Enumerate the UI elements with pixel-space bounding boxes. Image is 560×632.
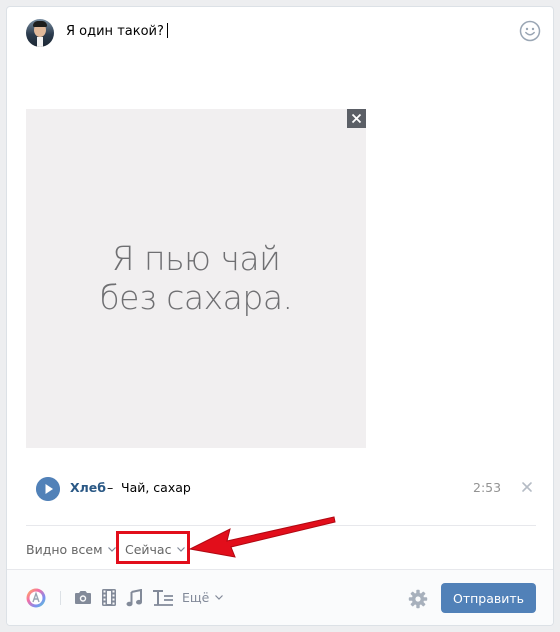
- image-caption: Я пью чай без сахара.: [99, 239, 293, 317]
- music-icon[interactable]: [126, 589, 142, 607]
- chevron-down-icon: [215, 595, 224, 600]
- audio-title: Чай, сахар: [121, 480, 191, 495]
- post-composer: Я один такой? Я пью чай без сахара. Хлеб…: [6, 6, 554, 626]
- play-icon[interactable]: [36, 477, 60, 501]
- text-caret: [166, 23, 168, 38]
- text-format-icon[interactable]: [152, 589, 174, 607]
- red-arrow-icon: [188, 516, 336, 558]
- composer-toolbar: Ещё Отправить: [7, 569, 553, 625]
- attached-image: Я пью чай без сахара.: [26, 109, 366, 448]
- avatar[interactable]: [26, 19, 54, 47]
- video-icon[interactable]: [102, 589, 116, 606]
- smile-icon[interactable]: [519, 20, 541, 42]
- audio-attachment: Хлеб – Чай, сахар 2:53: [36, 477, 536, 501]
- close-icon[interactable]: [347, 109, 366, 128]
- visibility-selector[interactable]: Видно всем: [26, 542, 117, 557]
- highlight-frame: [116, 531, 190, 564]
- camera-icon[interactable]: [74, 590, 92, 605]
- send-button[interactable]: Отправить: [441, 583, 536, 613]
- audio-separator: –: [107, 480, 114, 495]
- more-label: Ещё: [182, 590, 210, 605]
- close-icon[interactable]: [520, 480, 534, 494]
- graffiti-icon[interactable]: [26, 588, 46, 608]
- post-text: Я один такой?: [66, 24, 164, 39]
- visibility-label: Видно всем: [26, 542, 103, 557]
- audio-artist[interactable]: Хлеб: [70, 480, 106, 495]
- toolbar-divider: [60, 591, 61, 605]
- gear-icon[interactable]: [408, 589, 428, 609]
- post-text-input[interactable]: Я один такой?: [66, 23, 168, 41]
- more-menu[interactable]: Ещё: [182, 590, 224, 605]
- audio-duration: 2:53: [473, 480, 502, 495]
